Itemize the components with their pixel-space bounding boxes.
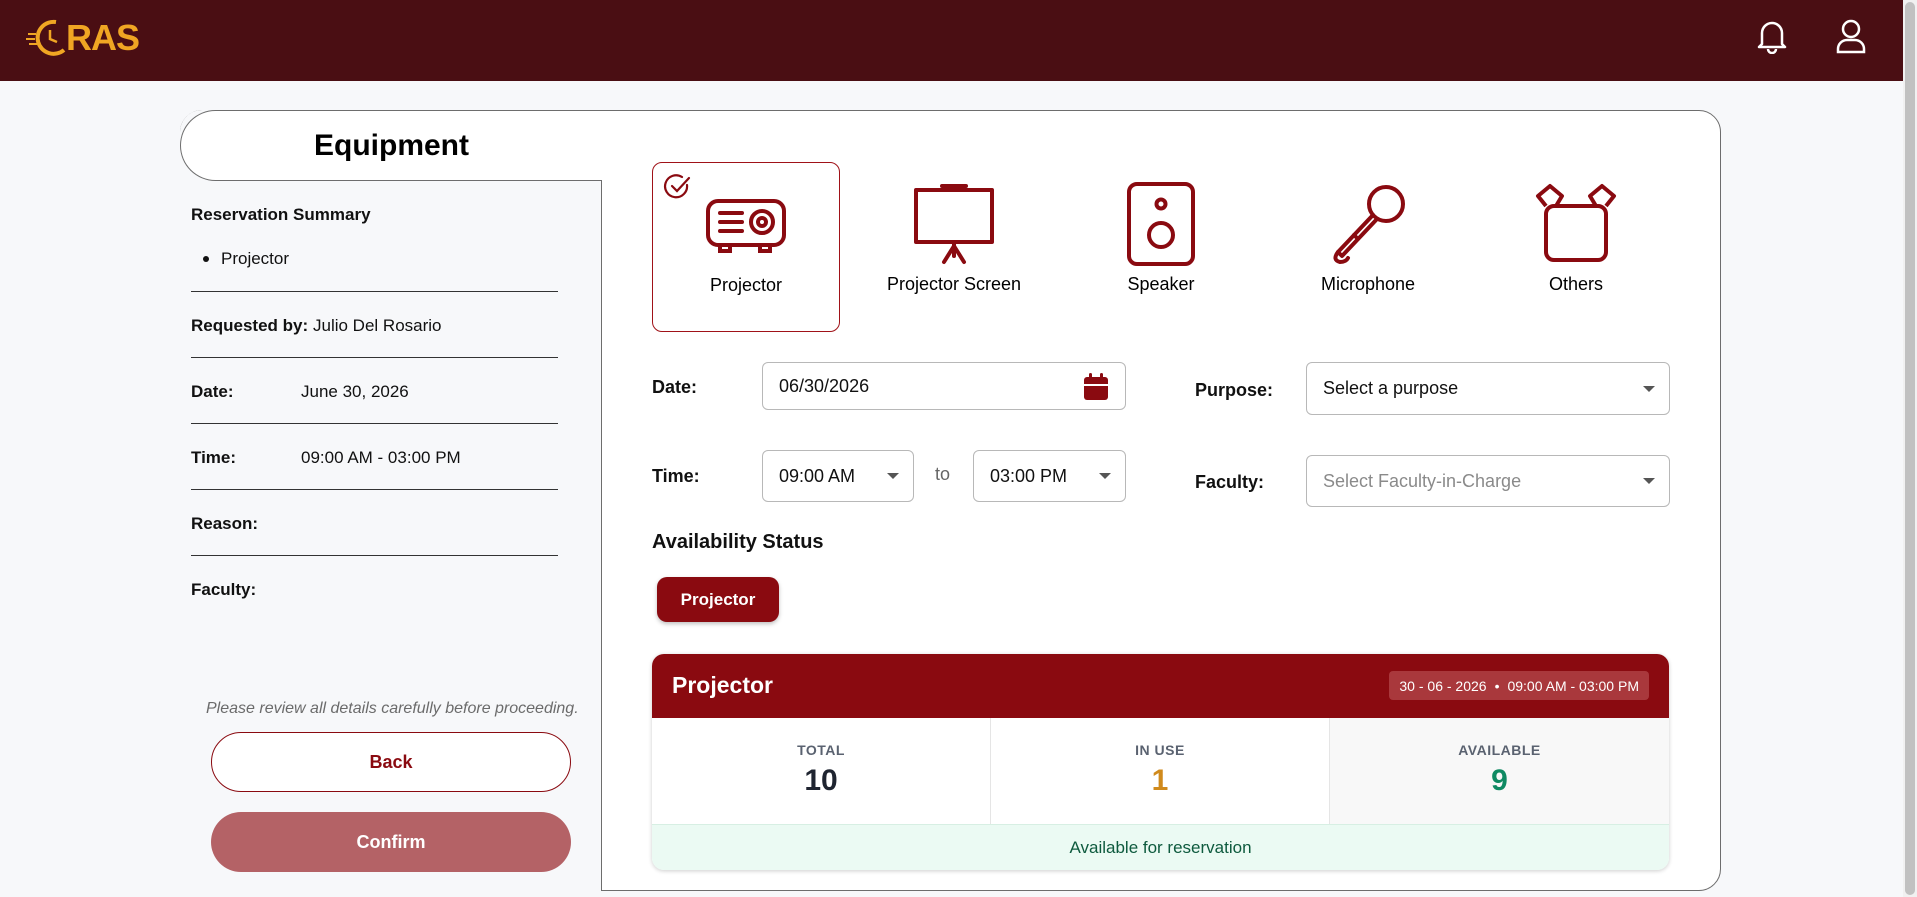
availability-panel: Projector 30 - 06 - 2026 • 09:00 AM - 03…	[652, 654, 1669, 870]
review-note: Please review all details carefully befo…	[206, 700, 579, 717]
divider	[191, 291, 558, 292]
equipment-tile-projector[interactable]: Projector	[652, 162, 840, 332]
bullet-dot	[203, 256, 209, 262]
notifications-bell-icon[interactable]	[1752, 16, 1792, 56]
equipment-label: Others	[1548, 274, 1604, 294]
faculty-select[interactable]: Select Faculty-in-Charge	[1306, 455, 1670, 507]
availability-panel-header: Projector 30 - 06 - 2026 • 09:00 AM - 03…	[652, 654, 1669, 718]
time-label: Time:	[191, 448, 237, 467]
time-from-select[interactable]: 09:00 AM	[762, 450, 914, 502]
schedule-badge: 30 - 06 - 2026 • 09:00 AM - 03:00 PM	[1389, 671, 1649, 700]
availability-panel-title: Projector	[672, 672, 773, 698]
microphone-icon	[1333, 185, 1405, 264]
availability-heading: Availability Status	[652, 531, 824, 553]
equipment-label: Speaker	[1127, 274, 1195, 294]
top-navbar: RAS	[0, 0, 1917, 81]
check-circle-icon	[664, 174, 691, 199]
chevron-down-icon	[887, 473, 899, 479]
equipment-label: Microphone	[1320, 274, 1416, 294]
requested-by-value: Julio Del Rosario	[313, 316, 442, 335]
date-field-label: Date:	[652, 377, 698, 397]
summary-heading: Reservation Summary	[191, 205, 371, 224]
logo-text: RAS	[66, 17, 140, 58]
availability-status-message: Available for reservation	[652, 824, 1669, 870]
date-input-value: 06/30/2026	[779, 375, 870, 396]
available-stat: AVAILABLE 9	[1330, 718, 1669, 824]
time-to-select[interactable]: 03:00 PM	[973, 450, 1126, 502]
box-icon	[1536, 184, 1616, 262]
divider	[191, 357, 558, 358]
total-label: TOTAL	[797, 742, 845, 758]
date-input[interactable]: 06/30/2026	[762, 362, 1126, 410]
speaker-icon	[1127, 182, 1195, 266]
app-logo[interactable]: RAS	[26, 16, 140, 60]
in-use-value: 1	[1151, 764, 1169, 797]
equipment-label: Projector Screen	[886, 274, 1022, 294]
available-value: 9	[1491, 764, 1508, 797]
equipment-chip-projector[interactable]: Projector	[657, 577, 779, 622]
projector-screen-icon	[914, 184, 994, 264]
summary-item-label: Projector	[221, 249, 290, 268]
confirm-button[interactable]: Confirm	[211, 812, 571, 872]
equipment-tile-others[interactable]: Others	[1482, 162, 1670, 332]
divider	[191, 555, 558, 556]
equipment-label: Projector	[709, 275, 783, 295]
page-title: Equipment	[314, 128, 469, 162]
badge-date: 30 - 06 - 2026	[1399, 677, 1487, 694]
equipment-tile-microphone[interactable]: Microphone	[1274, 162, 1462, 332]
back-button[interactable]: Back	[211, 732, 571, 792]
user-profile-icon[interactable]	[1831, 16, 1871, 56]
faculty-label: Faculty:	[191, 580, 257, 599]
badge-time: 09:00 AM - 03:00 PM	[1507, 677, 1639, 694]
calendar-icon[interactable]	[1083, 373, 1109, 401]
faculty-field-label: Faculty:	[1195, 472, 1265, 492]
date-label: Date:	[191, 382, 234, 401]
page-scrollbar[interactable]	[1903, 0, 1917, 897]
requested-by-label: Requested by:	[191, 316, 309, 335]
total-stat: TOTAL 10	[652, 718, 991, 824]
divider	[191, 423, 558, 424]
available-label: AVAILABLE	[1458, 742, 1541, 758]
badge-separator: •	[1494, 677, 1500, 694]
projector-icon	[706, 199, 786, 253]
in-use-stat: IN USE 1	[991, 718, 1330, 824]
time-from-value: 09:00 AM	[779, 465, 856, 486]
chevron-down-icon	[1643, 385, 1655, 392]
page-title-tab: Equipment	[180, 110, 602, 181]
divider	[191, 489, 558, 490]
equipment-tile-speaker[interactable]: Speaker	[1067, 162, 1255, 332]
total-value: 10	[804, 764, 838, 797]
purpose-select[interactable]: Select a purpose	[1306, 362, 1670, 415]
equipment-tile-projector-screen[interactable]: Projector Screen	[860, 162, 1048, 332]
purpose-field-label: Purpose:	[1195, 380, 1274, 400]
faculty-placeholder: Select Faculty-in-Charge	[1323, 470, 1522, 491]
purpose-value: Select a purpose	[1323, 378, 1459, 398]
chevron-down-icon	[1099, 473, 1111, 479]
time-field-label: Time:	[652, 466, 700, 486]
time-value: 09:00 AM - 03:00 PM	[301, 448, 461, 467]
reason-label: Reason:	[191, 514, 259, 533]
scrollbar-thumb[interactable]	[1905, 2, 1915, 895]
summary-item: Projector	[203, 249, 289, 269]
in-use-label: IN USE	[1135, 742, 1185, 758]
time-to-value: 03:00 PM	[990, 465, 1068, 486]
time-range-separator: to	[935, 464, 951, 484]
date-value: June 30, 2026	[301, 382, 409, 401]
chevron-down-icon	[1643, 478, 1655, 484]
pane-divider	[601, 180, 602, 891]
